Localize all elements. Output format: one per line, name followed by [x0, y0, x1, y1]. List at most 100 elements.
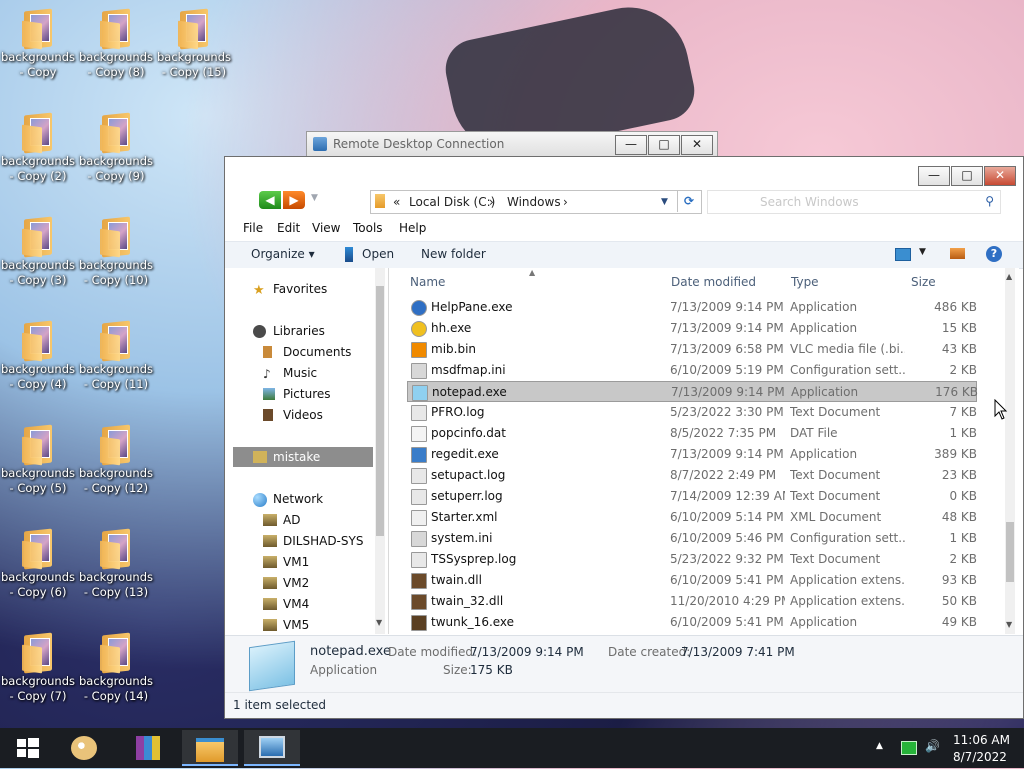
back-button[interactable]: ◀	[259, 191, 281, 209]
scroll-down-icon[interactable]: ▼	[376, 618, 382, 627]
crumb-separator[interactable]: ›	[563, 195, 568, 209]
file-row[interactable]: twain.dll 6/10/2009 5:41 PM Application ex…	[407, 570, 977, 591]
desktop-icon-backgrounds[interactable]: backgrounds - Copy (13)	[78, 524, 154, 600]
address-overflow[interactable]: «	[393, 195, 400, 209]
file-list-scrollbar[interactable]: ▲ ▼	[1005, 268, 1015, 634]
rdp-minimize-button[interactable]: —	[615, 135, 647, 155]
column-date-modified[interactable]: Date modified	[671, 275, 756, 289]
menu-help[interactable]: Help	[399, 221, 426, 235]
file-list-scroll-thumb[interactable]	[1006, 522, 1014, 582]
file-row[interactable]: TSSysprep.log 5/23/2022 9:32 PM Text Docum…	[407, 549, 977, 570]
desktop-icon-backgrounds[interactable]: backgrounds - Copy (10)	[78, 212, 154, 288]
file-row[interactable]: HelpPane.exe 7/13/2009 9:14 PM Application…	[407, 297, 977, 318]
menu-edit[interactable]: Edit	[277, 221, 300, 235]
desktop-icon-backgrounds[interactable]: backgrounds - Copy (6)	[0, 524, 76, 600]
search-icon[interactable]: ⚲	[985, 194, 994, 208]
taskbar-file-explorer[interactable]	[182, 730, 238, 766]
desktop-icon-backgrounds[interactable]: backgrounds - Copy (15)	[156, 4, 232, 80]
scroll-up-icon[interactable]: ▲	[1006, 272, 1012, 281]
desktop-icon-backgrounds[interactable]: backgrounds - Copy (2)	[0, 108, 76, 184]
explorer-minimize-button[interactable]: —	[918, 166, 950, 186]
nav-videos[interactable]: Videos	[283, 405, 323, 425]
file-row[interactable]: twunk_16.exe 6/10/2009 5:41 PM Application…	[407, 612, 977, 633]
taskbar-paint[interactable]	[56, 730, 112, 766]
rdp-close-button[interactable]: ✕	[681, 135, 713, 155]
rdp-maximize-button[interactable]: □	[648, 135, 680, 155]
new-folder-button[interactable]: New folder	[421, 247, 486, 261]
organize-button[interactable]: Organize ▾	[251, 247, 315, 261]
column-size[interactable]: Size	[911, 275, 936, 289]
file-row[interactable]: popcinfo.dat 8/5/2022 7:35 PM DAT File 1 KB	[407, 423, 977, 444]
desktop-icon-backgrounds[interactable]: backgrounds - Copy (3)	[0, 212, 76, 288]
remote-desktop-window[interactable]: Remote Desktop Connection — □ ✕	[306, 131, 718, 159]
nav-libraries[interactable]: Libraries	[273, 321, 325, 341]
nav-network-item[interactable]: VM2	[283, 573, 309, 593]
menu-view[interactable]: View	[312, 221, 340, 235]
refresh-icon[interactable]: ⟳	[677, 190, 700, 212]
view-dropdown-icon[interactable]: ▼	[919, 247, 926, 257]
file-row[interactable]: setupact.log 8/7/2022 2:49 PM Text Documen…	[407, 465, 977, 486]
forward-button[interactable]: ▶	[283, 191, 305, 209]
recent-pages-dropdown[interactable]: ▼	[311, 193, 318, 203]
nav-mistake[interactable]: mistake	[273, 447, 320, 467]
clock-date[interactable]: 8/7/2022	[953, 750, 1007, 764]
show-hidden-icons-button[interactable]: ▲	[876, 741, 883, 751]
scroll-down-icon[interactable]: ▼	[1006, 620, 1012, 629]
nav-network-item[interactable]: AD	[283, 510, 300, 530]
address-bar[interactable]: « Local Disk (C:) › Windows › ▼	[370, 190, 702, 214]
explorer-maximize-button[interactable]: □	[951, 166, 983, 186]
nav-favorites[interactable]: Favorites	[273, 279, 327, 299]
view-options-icon[interactable]	[895, 248, 911, 261]
column-name[interactable]: Name	[410, 275, 445, 289]
help-icon[interactable]: ?	[986, 246, 1002, 262]
desktop-icon-backgrounds[interactable]: backgrounds - Copy (14)	[78, 628, 154, 704]
nav-network-item[interactable]: VM5	[283, 615, 309, 634]
file-row[interactable]: regedit.exe 7/13/2009 9:14 PM Application 3…	[407, 444, 977, 465]
nav-pictures[interactable]: Pictures	[283, 384, 331, 404]
menu-file[interactable]: File	[243, 221, 263, 235]
taskbar-winrar[interactable]	[120, 730, 176, 766]
explorer-close-button[interactable]: ✕	[984, 166, 1016, 186]
column-type[interactable]: Type	[791, 275, 819, 289]
file-name: HelpPane.exe	[431, 300, 513, 314]
file-row[interactable]: hh.exe 7/13/2009 9:14 PM Application 15 KB	[407, 318, 977, 339]
volume-icon[interactable]: 🔊	[925, 739, 940, 753]
desktop-icon-backgrounds[interactable]: backgrounds - Copy (12)	[78, 420, 154, 496]
crumb-separator[interactable]: ›	[489, 195, 494, 209]
nav-network[interactable]: Network	[273, 489, 323, 509]
search-input[interactable]: Search Windows ⚲	[707, 190, 1001, 214]
file-row[interactable]: notepad.exe 7/13/2009 9:14 PM Application 1…	[407, 381, 978, 402]
nav-network-item[interactable]: DILSHAD-SYS	[283, 531, 363, 551]
desktop-icon-backgrounds[interactable]: backgrounds - Copy (9)	[78, 108, 154, 184]
preview-pane-icon[interactable]	[950, 248, 965, 259]
file-row[interactable]: system.ini 6/10/2009 5:46 PM Configuration…	[407, 528, 977, 549]
address-history-icon[interactable]: ▼	[661, 197, 668, 207]
clock-time[interactable]: 11:06 AM	[953, 733, 1010, 747]
open-button[interactable]: Open	[362, 247, 394, 261]
desktop-icon-backgrounds[interactable]: backgrounds - Copy (11)	[78, 316, 154, 392]
config-file-icon	[411, 363, 427, 379]
taskbar-remote-desktop[interactable]	[244, 730, 300, 766]
network-status-icon[interactable]	[901, 741, 917, 755]
nav-scrollbar[interactable]: ▼	[375, 268, 385, 634]
file-row[interactable]: setuperr.log 7/14/2009 12:39 AM Text Docum…	[407, 486, 977, 507]
desktop-icon-backgrounds[interactable]: backgrounds - Copy (8)	[78, 4, 154, 80]
desktop-icon-backgrounds[interactable]: backgrounds - Copy	[0, 4, 76, 80]
desktop-icon-backgrounds[interactable]: backgrounds - Copy (4)	[0, 316, 76, 392]
desktop-icon-backgrounds[interactable]: backgrounds - Copy (5)	[0, 420, 76, 496]
start-button[interactable]	[0, 730, 56, 766]
nav-network-item[interactable]: VM1	[283, 552, 309, 572]
menu-tools[interactable]: Tools	[353, 221, 383, 235]
file-row[interactable]: Starter.xml 6/10/2009 5:14 PM XML Document…	[407, 507, 977, 528]
file-row[interactable]: twain_32.dll 11/20/2010 4:29 PM Applicatio…	[407, 591, 977, 612]
file-row[interactable]: mib.bin 7/13/2009 6:58 PM VLC media file (…	[407, 339, 977, 360]
file-row[interactable]: PFRO.log 5/23/2022 3:30 PM Text Document 7 …	[407, 402, 977, 423]
crumb-local-disk[interactable]: Local Disk (C:)	[409, 195, 495, 209]
desktop-icon-backgrounds[interactable]: backgrounds - Copy (7)	[0, 628, 76, 704]
crumb-windows[interactable]: Windows	[507, 195, 561, 209]
nav-documents[interactable]: Documents	[283, 342, 351, 362]
file-row[interactable]: msdfmap.ini 6/10/2009 5:19 PM Configuratio…	[407, 360, 977, 381]
nav-network-item[interactable]: VM4	[283, 594, 309, 614]
nav-scroll-thumb[interactable]	[376, 286, 384, 536]
nav-music[interactable]: Music	[283, 363, 317, 383]
